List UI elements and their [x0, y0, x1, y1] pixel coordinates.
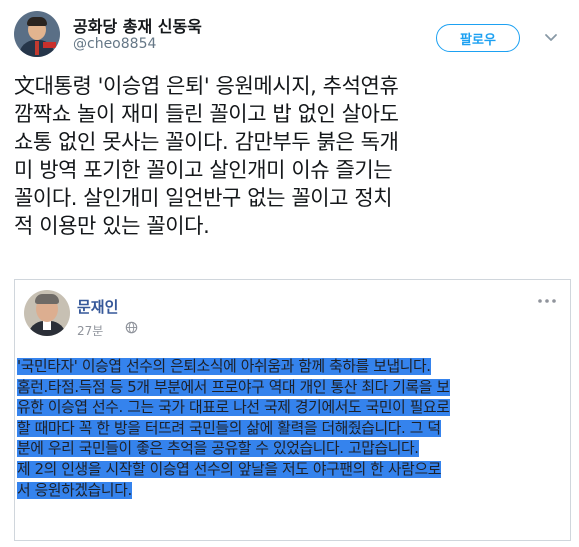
post-author-name: 문재인 [77, 298, 119, 316]
tweet-line: 깜짝쇼 놀이 재미 들린 꼴이고 밥 없인 살아도 [14, 102, 399, 126]
post-line: 홈런.타점.득점 등 5개 부분에서 프로야구 역대 개인 통산 최다 기록을 … [17, 378, 450, 396]
post-line: 유한 이승엽 선수. 그는 국가 대표로 나선 국제 경기에서도 국민이 필요로 [17, 399, 450, 417]
globe-icon [125, 321, 138, 334]
post-line: 분에 우리 국민들이 좋은 추억을 공유할 수 있었습니다. 고맙습니다. [17, 440, 419, 458]
tweet-line: 文대통령 '이승엽 은퇴' 응원메시지, 추석연휴 [14, 74, 399, 98]
post-timestamp: 27분 [77, 324, 104, 338]
user-handle[interactable]: @cheo8854 [73, 36, 156, 52]
post-body: '국민타자' 이승엽 선수의 은퇴소식에 아쉬움과 함께 축하를 보냅니다. 홈… [17, 357, 570, 501]
tweet-line: 적 이용만 있는 꼴이다. [14, 214, 210, 238]
tweet-line: 미 방역 포기한 꼴이고 살인개미 이슈 즐기는 [14, 158, 393, 182]
post-line: 할 때마다 꼭 한 방을 터뜨려 국민들의 삶에 활력을 더해줬습니다. 그 덕 [17, 419, 441, 437]
post-author-avatar [24, 290, 70, 336]
post-line: 서 응원하겠습니다. [17, 481, 132, 499]
chevron-down-icon[interactable] [541, 27, 561, 47]
tweet-line: 쇼통 없인 못사는 꼴이다. 감만부두 붉은 독개 [14, 130, 399, 154]
tweet-text: 文대통령 '이승엽 은퇴' 응원메시지, 추석연휴 깜짝쇼 놀이 재미 들린 꼴… [14, 72, 570, 240]
display-name[interactable]: 공화당 총재 신동욱 [73, 13, 202, 37]
tweet-header: 공화당 총재 신동욱 @cheo8854 팔로우 [0, 0, 579, 64]
profile-avatar[interactable] [14, 11, 60, 57]
tweet-line: 꼴이다. 살인개미 일언반구 없는 꼴이고 정치 [14, 186, 393, 210]
post-line: '국민타자' 이승엽 선수의 은퇴소식에 아쉬움과 함께 축하를 보냅니다. [17, 358, 431, 375]
more-options-icon [538, 299, 556, 303]
post-line: 제 2의 인생을 시작할 이승엽 선수의 앞날을 저도 야구팬의 한 사람으로 [17, 460, 441, 478]
embedded-post-image[interactable]: 문재인 27분 '국민타자' 이승엽 선수의 은퇴소식에 아쉬움과 함께 축하를… [14, 279, 571, 541]
follow-button[interactable]: 팔로우 [436, 24, 520, 52]
